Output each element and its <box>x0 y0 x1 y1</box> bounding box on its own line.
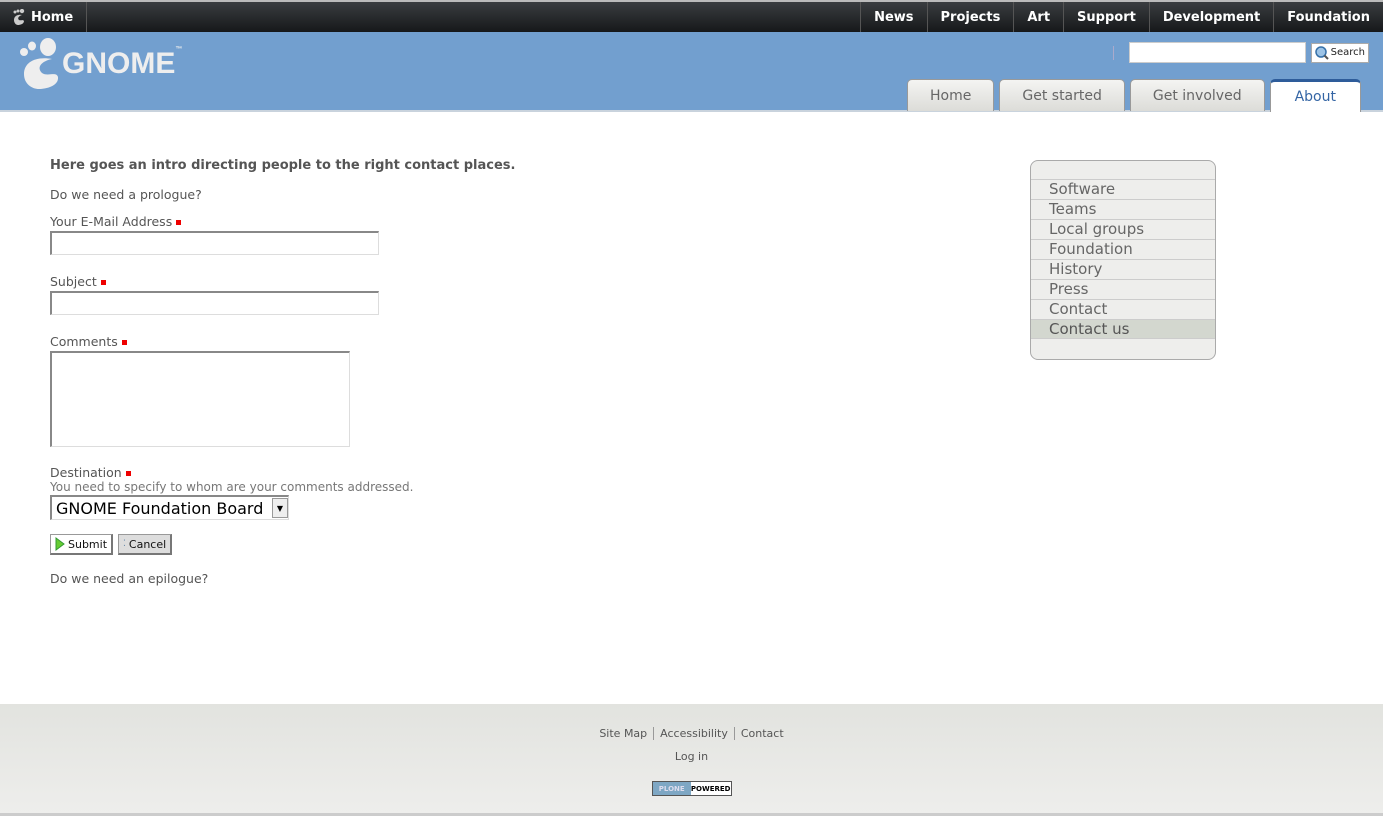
nav-projects[interactable]: Projects <box>926 2 1014 32</box>
gnome-foot-icon <box>20 38 59 89</box>
chevron-down-icon[interactable]: ▼ <box>272 498 288 518</box>
plone-powered-badge[interactable]: PLONE POWERED <box>651 781 732 796</box>
tab-about[interactable]: About <box>1269 79 1361 112</box>
gnome-foot-icon <box>13 9 25 25</box>
email-field[interactable] <box>50 231 379 255</box>
divider <box>1112 45 1114 60</box>
search-form: Search <box>1112 42 1369 63</box>
nav-news[interactable]: News <box>860 2 926 32</box>
email-label: Your E-Mail Address <box>50 214 650 229</box>
site-header: GNOME ™ Search Home Get started Get invol… <box>0 32 1383 112</box>
subject-label-text: Subject <box>50 274 97 289</box>
tab-get-started[interactable]: Get started <box>999 79 1125 111</box>
destination-label: Destination <box>50 465 650 480</box>
footer-accessibility[interactable]: Accessibility <box>653 727 734 740</box>
nav-development[interactable]: Development <box>1148 2 1273 32</box>
search-input[interactable] <box>1128 42 1306 63</box>
nav-art[interactable]: Art <box>1013 2 1063 32</box>
required-marker <box>125 471 131 476</box>
comments-label-text: Comments <box>50 334 118 349</box>
contact-form: Here goes an intro directing people to t… <box>50 158 650 586</box>
destination-select[interactable]: GNOME Foundation Board ▼ <box>50 495 289 520</box>
about-sidebar-menu: Software Teams Local groups Foundation H… <box>1030 160 1216 360</box>
topbar-home-link[interactable]: Home <box>0 2 88 32</box>
nav-support[interactable]: Support <box>1063 2 1149 32</box>
submit-button[interactable]: Submit <box>50 534 114 555</box>
subject-label: Subject <box>50 274 650 289</box>
nav-foundation[interactable]: Foundation <box>1273 2 1383 32</box>
login-link[interactable]: Log in <box>0 750 1383 763</box>
email-label-text: Your E-Mail Address <box>50 214 173 229</box>
form-buttons: Submit ⁚ Cancel <box>50 534 650 555</box>
subject-field[interactable] <box>50 291 379 315</box>
search-button-label: Search <box>1330 47 1365 58</box>
epilogue-text: Do we need an epilogue? <box>50 571 209 586</box>
logo-text: GNOME <box>62 47 176 80</box>
section-tabs: Home Get started Get involved About <box>907 79 1361 112</box>
sidebar-item-contact[interactable]: Contact <box>1031 299 1215 319</box>
badge-left: PLONE <box>652 782 691 795</box>
badge-right: POWERED <box>690 782 731 795</box>
cancel-label: Cancel <box>128 537 167 551</box>
cancel-icon: ⁚ <box>123 539 126 549</box>
footer-links: Site Map Accessibility Contact <box>0 727 1383 740</box>
cancel-button[interactable]: ⁚ Cancel <box>118 534 173 555</box>
topbar-nav: News Projects Art Support Development Fo… <box>860 2 1383 32</box>
destination-help: You need to specify to whom are your com… <box>50 480 414 494</box>
submit-label: Submit <box>68 537 108 551</box>
sidebar-item-foundation[interactable]: Foundation <box>1031 239 1215 259</box>
required-marker <box>176 220 182 225</box>
sidebar-item-software[interactable]: Software <box>1031 179 1215 199</box>
sidebar-item-history[interactable]: History <box>1031 259 1215 279</box>
sidebar-item-teams[interactable]: Teams <box>1031 199 1215 219</box>
required-marker <box>121 340 127 345</box>
sidebar-item-contact-us[interactable]: Contact us <box>1031 319 1215 339</box>
intro-text: Here goes an intro directing people to t… <box>50 158 516 173</box>
top-bar: Home News Projects Art Support Developme… <box>0 0 1383 32</box>
required-marker <box>100 280 106 285</box>
magnifier-icon <box>1314 45 1329 60</box>
footer-site-map[interactable]: Site Map <box>593 727 653 740</box>
footer-contact[interactable]: Contact <box>733 727 790 740</box>
sidebar-item-local-groups[interactable]: Local groups <box>1031 219 1215 239</box>
destination-value: GNOME Foundation Board <box>56 498 264 518</box>
tab-get-involved[interactable]: Get involved <box>1129 79 1265 111</box>
play-arrow-icon <box>55 537 65 551</box>
site-footer: Site Map Accessibility Contact Log in PL… <box>0 704 1383 816</box>
prologue-text: Do we need a prologue? <box>50 187 202 202</box>
sidebar-item-press[interactable]: Press <box>1031 279 1215 299</box>
gnome-logo[interactable]: GNOME ™ <box>18 38 182 90</box>
comments-label: Comments <box>50 334 650 349</box>
search-button[interactable]: Search <box>1310 42 1369 63</box>
destination-label-text: Destination <box>50 465 122 480</box>
comments-field[interactable] <box>50 351 350 447</box>
trademark: ™ <box>175 46 183 53</box>
topbar-home-label: Home <box>31 9 74 25</box>
tab-home[interactable]: Home <box>907 79 995 111</box>
